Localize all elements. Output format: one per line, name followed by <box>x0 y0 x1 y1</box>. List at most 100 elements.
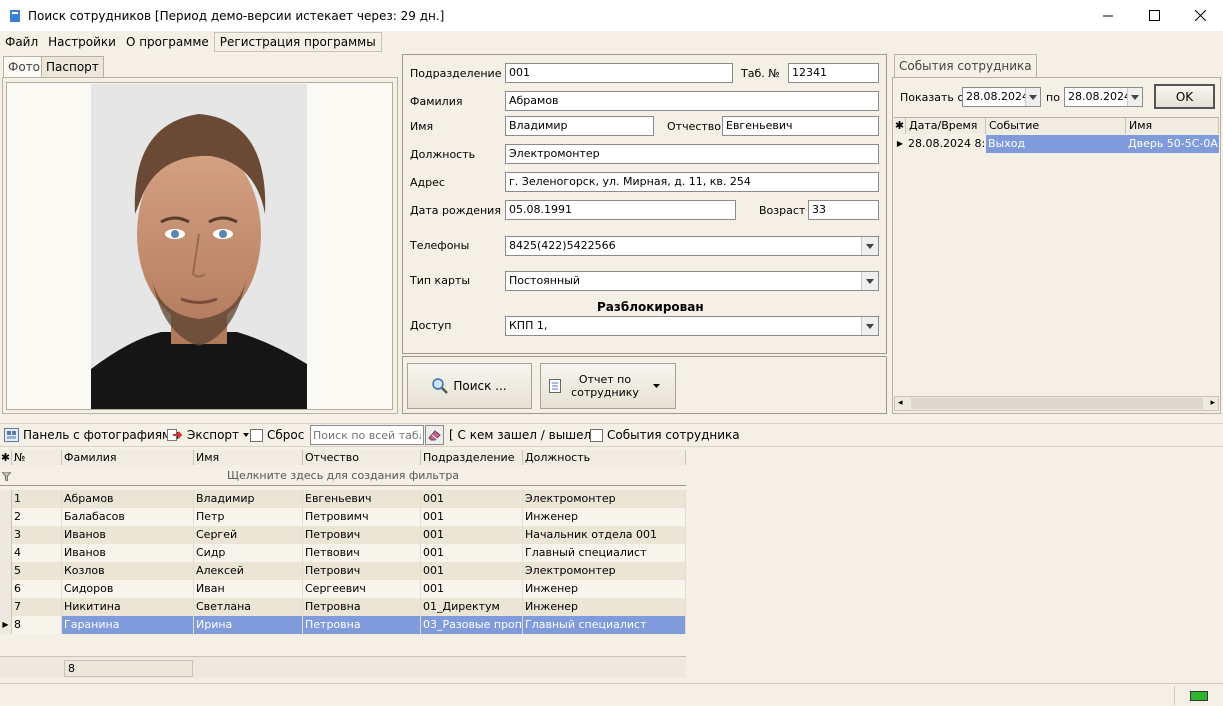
ok-button[interactable]: OK <box>1154 84 1215 109</box>
menu-registration[interactable]: Регистрация программы <box>213 32 382 52</box>
connection-icon <box>1189 690 1208 701</box>
tab-number-label: Таб. № <box>741 67 780 80</box>
employee-events-label: События сотрудника <box>607 428 740 442</box>
to-date-picker[interactable]: 28.08.2024 <box>1064 87 1143 107</box>
cell-division: 001 <box>421 580 523 598</box>
events-hscrollbar[interactable]: ◂ ▸ <box>894 396 1219 411</box>
export-label: Экспорт <box>187 428 240 442</box>
cell-division: 001 <box>421 526 523 544</box>
table-search-input[interactable] <box>310 425 424 445</box>
patronymic-label: Отчество <box>667 120 722 133</box>
employee-events-checkbox[interactable] <box>590 428 603 442</box>
search-button-label: Поиск ... <box>453 379 507 393</box>
events-row[interactable]: ▶ 28.08.2024 8:3 Выход Дверь 50-5C-0A <box>894 135 1219 153</box>
tab-passport[interactable]: Паспорт <box>41 56 104 78</box>
scroll-thumb[interactable] <box>911 398 1203 409</box>
scroll-left-icon[interactable]: ◂ <box>898 398 903 408</box>
cell-patronymic: Сергеевич <box>303 580 421 598</box>
position-field[interactable]: Электромонтер <box>505 144 879 164</box>
menu-file[interactable]: Файл <box>0 32 43 52</box>
age-field[interactable]: 33 <box>808 200 879 220</box>
dropdown-arrow-icon <box>243 433 250 437</box>
cell-lastname: Иванов <box>62 526 194 544</box>
cardtype-combo[interactable]: Постоянный <box>505 271 879 291</box>
menu-settings[interactable]: Настройки <box>43 32 121 52</box>
reset-toggle[interactable]: Сброс <box>250 428 304 442</box>
events-col-device[interactable]: Имя устройства <box>1126 118 1219 148</box>
filter-row[interactable]: Щелкните здесь для создания фильтра <box>0 467 686 486</box>
search-button[interactable]: Поиск ... <box>407 363 532 409</box>
patronymic-field[interactable]: Евгеньевич <box>722 116 879 136</box>
menu-about[interactable]: О программе <box>121 32 214 52</box>
phones-combo[interactable]: 8425(422)5422566 <box>505 236 879 256</box>
events-col-event[interactable]: Событие <box>986 118 1126 134</box>
table-row[interactable]: 1 Абрамов Владимир Евгеньевич 001 Электромонт… <box>0 490 686 508</box>
chevron-down-icon[interactable] <box>1025 88 1040 106</box>
tab-photo[interactable]: Фото <box>3 56 46 78</box>
photos-panel-toggle[interactable]: Панель с фотографиями <box>4 428 179 442</box>
chevron-down-icon[interactable] <box>1127 88 1142 106</box>
chevron-down-icon[interactable] <box>861 237 878 255</box>
photo-frame <box>6 82 393 410</box>
menu-bar: Файл Настройки О программе Регистрация п… <box>0 31 1223 53</box>
minimize-button[interactable] <box>1085 0 1131 31</box>
cell-patronymic: Евгеньевич <box>303 490 421 508</box>
cell-position: Главный специалист <box>523 616 686 634</box>
table-row[interactable]: 4 Иванов Сидр Петвович 001 Главный специалист <box>0 544 686 562</box>
birthdate-field[interactable]: 05.08.1991 <box>505 200 736 220</box>
col-patronymic[interactable]: Отчество <box>303 450 421 465</box>
close-button[interactable] <box>1177 0 1223 31</box>
cell-division: 01_Директум <box>421 598 523 616</box>
reset-label: Сброс <box>267 428 305 442</box>
tab-employee-events[interactable]: События сотрудника <box>894 54 1037 78</box>
chevron-down-icon[interactable] <box>861 272 878 290</box>
photos-panel-label: Панель с фотографиями <box>23 428 179 442</box>
birthdate-label: Дата рождения <box>410 204 501 217</box>
cardtype-value: Постоянный <box>509 274 581 287</box>
access-combo[interactable]: КПП 1, <box>505 316 879 336</box>
cell-lastname: Никитина <box>62 598 194 616</box>
cell-firstname: Алексей <box>194 562 303 580</box>
eraser-button[interactable] <box>425 425 444 445</box>
lastname-field[interactable]: Абрамов <box>505 91 879 111</box>
export-menu[interactable]: Экспорт <box>167 428 250 442</box>
firstname-field[interactable]: Владимир <box>505 116 654 136</box>
events-col-datetime[interactable]: Дата/Время <box>906 118 986 134</box>
address-field[interactable]: г. Зеленогорск, ул. Мирная, д. 11, кв. 2… <box>505 172 879 192</box>
position-label: Должность <box>410 148 476 161</box>
division-field[interactable]: 001 <box>505 63 733 83</box>
col-lastname[interactable]: Фамилия <box>62 450 194 465</box>
table-row[interactable]: 6 Сидоров Иван Сергеевич 001 Инженер <box>0 580 686 598</box>
cell-division: 001 <box>421 508 523 526</box>
col-position[interactable]: Должность <box>523 450 686 465</box>
event-datetime: 28.08.2024 8:3 <box>908 137 986 150</box>
cell-firstname: Иван <box>194 580 303 598</box>
who-in-out-link[interactable]: [ С кем зашел / вышел ] <box>449 428 600 442</box>
col-number[interactable]: № <box>12 450 62 465</box>
grid-corner-icon: ✱ <box>0 450 12 465</box>
scroll-right-icon[interactable]: ▸ <box>1210 398 1215 408</box>
cell-position: Начальник отдела 001 <box>523 526 686 544</box>
reset-checkbox[interactable] <box>250 428 263 442</box>
tab-number-field[interactable]: 12341 <box>788 63 879 83</box>
from-date-picker[interactable]: 28.08.2024 <box>962 87 1041 107</box>
col-firstname[interactable]: Имя <box>194 450 303 465</box>
table-row[interactable]: 2 Балабасов Петр Петровимч 001 Инженер <box>0 508 686 526</box>
cell-position: Электромонтер <box>523 562 686 580</box>
chevron-down-icon[interactable] <box>861 317 878 335</box>
table-row[interactable]: 3 Иванов Сергей Петрович 001 Начальник отдела… <box>0 526 686 544</box>
report-button[interactable]: Отчет по сотруднику <box>540 363 676 409</box>
table-row[interactable]: 7 Никитина Светлана Петровна 01_Директум Инже… <box>0 598 686 616</box>
col-division[interactable]: Подразделение <box>421 450 523 465</box>
employee-events-toggle[interactable]: События сотрудника <box>590 428 740 442</box>
row-indicator <box>0 490 12 508</box>
cell-division: 001 <box>421 490 523 508</box>
window-title: Поиск сотрудников [Период демо-версии ис… <box>28 8 445 23</box>
maximize-button[interactable] <box>1131 0 1177 31</box>
connection-indicator <box>1174 686 1222 705</box>
photos-panel-icon <box>4 428 19 442</box>
table-row[interactable]: ▶8ГаранинаИринаПетровна03_Разовые пропус… <box>0 616 686 634</box>
phones-value: 8425(422)5422566 <box>509 239 616 252</box>
cell-division: 03_Разовые пропуска <box>421 616 523 634</box>
table-row[interactable]: 5 Козлов Алексей Петрович 001 Электромонтер <box>0 562 686 580</box>
